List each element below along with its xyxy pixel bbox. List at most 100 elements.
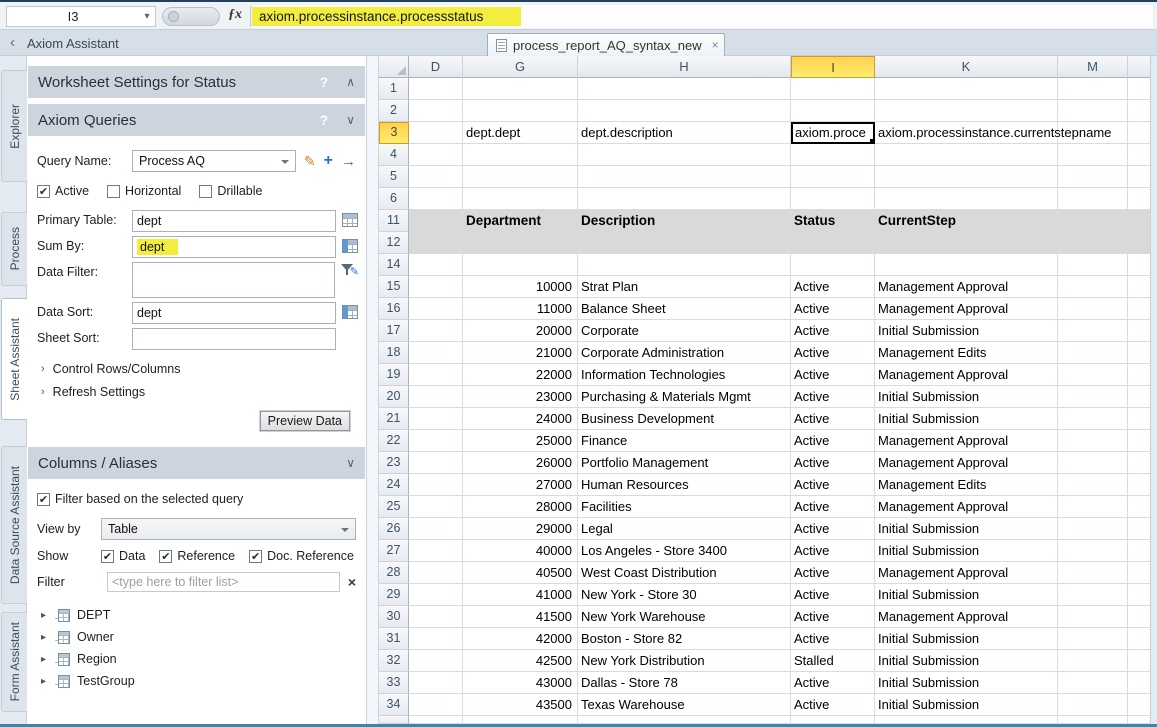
cell[interactable]: Dallas - Store 78 bbox=[578, 672, 791, 694]
tree-item-region[interactable]: ▸→Region bbox=[41, 648, 366, 670]
row-header[interactable]: 20 bbox=[379, 386, 409, 408]
cell[interactable]: Active bbox=[791, 408, 875, 430]
cell[interactable]: 23000 bbox=[463, 386, 578, 408]
row-header[interactable]: 14 bbox=[379, 254, 409, 276]
preview-data-button[interactable]: Preview Data bbox=[260, 411, 350, 431]
cell[interactable]: Initial Submission bbox=[875, 584, 1058, 606]
help-icon[interactable]: ? bbox=[320, 74, 329, 90]
selected-cell[interactable]: axiom.proce bbox=[791, 122, 875, 144]
cell[interactable]: Active bbox=[791, 452, 875, 474]
cell[interactable] bbox=[409, 628, 463, 650]
cell[interactable]: 29000 bbox=[463, 518, 578, 540]
cell[interactable] bbox=[1128, 122, 1150, 144]
row-header[interactable]: 23 bbox=[379, 452, 409, 474]
cell[interactable]: 27000 bbox=[463, 474, 578, 496]
cell[interactable] bbox=[1058, 320, 1128, 342]
cell[interactable] bbox=[1058, 78, 1128, 100]
cell[interactable]: Active bbox=[791, 320, 875, 342]
cell[interactable]: 43000 bbox=[463, 672, 578, 694]
row-header[interactable] bbox=[379, 716, 409, 724]
cell[interactable] bbox=[1058, 584, 1128, 606]
cell[interactable]: Active bbox=[791, 672, 875, 694]
sidebar-tab-explorer[interactable]: Explorer bbox=[1, 70, 27, 182]
cell[interactable] bbox=[409, 254, 463, 276]
cell[interactable]: Strat Plan bbox=[578, 276, 791, 298]
cell[interactable] bbox=[1128, 672, 1150, 694]
cell[interactable] bbox=[791, 254, 875, 276]
cell[interactable] bbox=[1128, 232, 1150, 254]
cell[interactable]: Initial Submission bbox=[875, 408, 1058, 430]
cell[interactable]: 41000 bbox=[463, 584, 578, 606]
filter-list-input[interactable] bbox=[107, 572, 340, 592]
name-box-dropdown-icon[interactable]: ▾ bbox=[139, 11, 155, 22]
column-header-i[interactable]: I bbox=[791, 56, 875, 78]
checkbox[interactable]: ✔ bbox=[159, 550, 172, 563]
expander-control-rows-columns[interactable]: ›Control Rows/Columns bbox=[41, 362, 366, 376]
cell[interactable] bbox=[1128, 628, 1150, 650]
cell[interactable]: New York Distribution bbox=[578, 650, 791, 672]
cell[interactable] bbox=[1128, 518, 1150, 540]
cell[interactable] bbox=[1128, 276, 1150, 298]
cell[interactable] bbox=[1128, 474, 1150, 496]
row-header[interactable]: 32 bbox=[379, 650, 409, 672]
cell[interactable] bbox=[1128, 144, 1150, 166]
cell[interactable]: 25000 bbox=[463, 430, 578, 452]
flag-checkbox-horizontal[interactable]: Horizontal bbox=[107, 184, 181, 198]
tree-expander-icon[interactable]: ▸ bbox=[41, 632, 53, 643]
cell[interactable] bbox=[875, 716, 1058, 724]
cell[interactable]: Management Approval bbox=[875, 298, 1058, 320]
cell[interactable]: Active bbox=[791, 540, 875, 562]
row-header[interactable]: 31 bbox=[379, 628, 409, 650]
cell[interactable]: 26000 bbox=[463, 452, 578, 474]
chevron-down-icon[interactable]: ∨ bbox=[346, 113, 355, 127]
row-header[interactable]: 28 bbox=[379, 562, 409, 584]
sidebar-tab-process[interactable]: Process bbox=[1, 212, 27, 286]
cell[interactable] bbox=[1058, 232, 1128, 254]
cell[interactable]: Status bbox=[791, 210, 875, 232]
formula-text[interactable]: axiom.processinstance.processstatus bbox=[252, 7, 521, 26]
cell[interactable]: 43500 bbox=[463, 694, 578, 716]
row-header[interactable]: 22 bbox=[379, 430, 409, 452]
cell[interactable] bbox=[791, 716, 875, 724]
field-input[interactable] bbox=[132, 328, 336, 350]
cell[interactable] bbox=[1058, 672, 1128, 694]
fill-handle[interactable] bbox=[869, 138, 874, 143]
cell[interactable]: Active bbox=[791, 694, 875, 716]
cell[interactable]: Active bbox=[791, 342, 875, 364]
cell[interactable] bbox=[1128, 210, 1150, 232]
cell[interactable] bbox=[463, 232, 578, 254]
cell[interactable] bbox=[578, 100, 791, 122]
cell[interactable] bbox=[1128, 452, 1150, 474]
column-header-k[interactable]: K bbox=[875, 56, 1058, 78]
cell[interactable] bbox=[463, 100, 578, 122]
cell[interactable] bbox=[409, 496, 463, 518]
cell[interactable] bbox=[1128, 166, 1150, 188]
row-header[interactable]: 21 bbox=[379, 408, 409, 430]
cell[interactable] bbox=[409, 694, 463, 716]
field-input[interactable]: dept bbox=[132, 302, 336, 324]
cell[interactable] bbox=[1058, 716, 1128, 724]
cell[interactable]: 40000 bbox=[463, 540, 578, 562]
cell[interactable]: Initial Submission bbox=[875, 540, 1058, 562]
cell[interactable]: Initial Submission bbox=[875, 628, 1058, 650]
cell[interactable] bbox=[1058, 210, 1128, 232]
row-header[interactable]: 19 bbox=[379, 364, 409, 386]
cell[interactable] bbox=[409, 188, 463, 210]
checkbox[interactable]: ✔ bbox=[101, 550, 114, 563]
row-header[interactable]: 17 bbox=[379, 320, 409, 342]
cell[interactable] bbox=[1128, 540, 1150, 562]
cell[interactable] bbox=[409, 210, 463, 232]
cell[interactable] bbox=[1128, 364, 1150, 386]
cell[interactable]: Management Edits bbox=[875, 342, 1058, 364]
column-header-h[interactable]: H bbox=[578, 56, 791, 78]
row-header[interactable]: 33 bbox=[379, 672, 409, 694]
show-checkbox-docreference[interactable]: ✔Doc. Reference bbox=[249, 549, 354, 563]
cell[interactable] bbox=[1058, 694, 1128, 716]
flag-checkbox-drillable[interactable]: Drillable bbox=[199, 184, 262, 198]
cell[interactable]: axiom.processinstance.currentstepname bbox=[875, 122, 1058, 144]
tree-item-testgroup[interactable]: ▸→TestGroup bbox=[41, 670, 366, 692]
cell[interactable] bbox=[1058, 496, 1128, 518]
row-header[interactable]: 25 bbox=[379, 496, 409, 518]
columns-grid-icon[interactable] bbox=[342, 305, 358, 319]
field-input[interactable]: dept bbox=[132, 236, 336, 258]
